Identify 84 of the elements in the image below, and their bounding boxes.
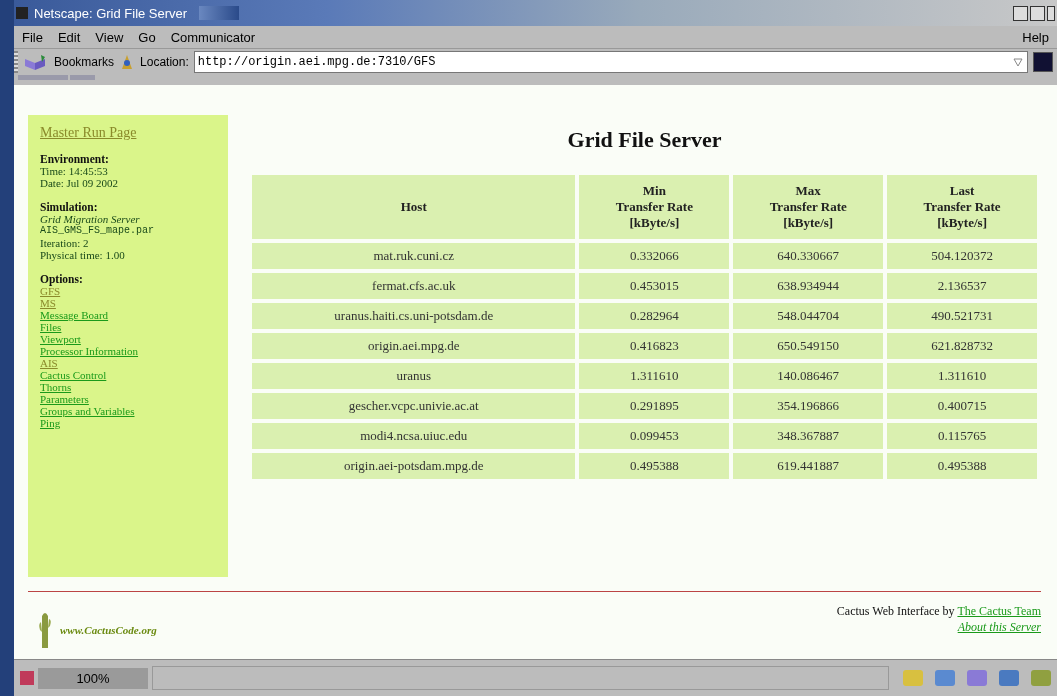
- cactus-icon: [38, 610, 52, 650]
- table-cell: 0.495388: [579, 453, 730, 479]
- maximize-button[interactable]: [1030, 5, 1045, 21]
- option-link[interactable]: Parameters: [40, 393, 216, 405]
- section-heading: Environment:: [40, 153, 110, 165]
- section-heading: Simulation:: [40, 201, 99, 213]
- table-cell: gescher.vcpc.univie.ac.at: [252, 393, 576, 419]
- master-run-page-link[interactable]: Master Run Page: [40, 125, 216, 141]
- table-cell: 619.441887: [733, 453, 884, 479]
- option-link[interactable]: Groups and Variables: [40, 405, 216, 417]
- simulation-name: Grid Migration Server: [40, 213, 140, 225]
- option-link[interactable]: Processor Information: [40, 345, 216, 357]
- table-cell: modi4.ncsa.uiuc.edu: [252, 423, 576, 449]
- table-cell: mat.ruk.cuni.cz: [252, 243, 576, 269]
- table-cell: 1.311610: [579, 363, 730, 389]
- table-cell: 638.934944: [733, 273, 884, 299]
- table-cell: uranus: [252, 363, 576, 389]
- close-button[interactable]: [1047, 5, 1055, 21]
- table-cell: 0.282964: [579, 303, 730, 329]
- info-text: Physical time: 1.00: [40, 249, 126, 261]
- table-cell: 548.044704: [733, 303, 884, 329]
- option-link[interactable]: Ping: [40, 417, 216, 429]
- column-header: Last Transfer Rate [kByte/s]: [887, 175, 1037, 239]
- table-cell: fermat.cfs.ac.uk: [252, 273, 576, 299]
- option-link[interactable]: Message Board: [40, 309, 216, 321]
- about-server-link[interactable]: About this Server: [957, 621, 1041, 633]
- collapse-tab-icon[interactable]: [70, 75, 95, 80]
- window-title: Netscape: Grid File Server: [34, 5, 188, 21]
- option-link[interactable]: MS: [40, 297, 216, 309]
- column-header: Min Transfer Rate [kByte/s]: [579, 175, 730, 239]
- table-cell: uranus.haiti.cs.uni-potsdam.de: [252, 303, 576, 329]
- menu-item[interactable]: Edit: [57, 29, 81, 45]
- table-cell: 354.196866: [733, 393, 884, 419]
- table-cell: 0.495388: [887, 453, 1037, 479]
- table-cell: 0.400715: [887, 393, 1037, 419]
- table-cell: 1.311610: [887, 363, 1037, 389]
- section-heading: Options:: [40, 273, 84, 285]
- menu-item[interactable]: View: [95, 29, 124, 45]
- dropdown-icon[interactable]: [1013, 57, 1023, 67]
- table-cell: 0.416823: [579, 333, 730, 359]
- menu-item[interactable]: Go: [138, 29, 156, 45]
- table-cell: 640.330667: [733, 243, 884, 269]
- location-label: Location:: [140, 55, 189, 69]
- info-text: Iteration: 2: [40, 237, 90, 249]
- help-menu[interactable]: Help: [1022, 29, 1049, 45]
- option-link[interactable]: Viewport: [40, 333, 216, 345]
- cactus-logo[interactable]: www.CactusCode.org: [38, 610, 157, 650]
- table-cell: 490.521731: [887, 303, 1037, 329]
- table-cell: 650.549150: [733, 333, 884, 359]
- column-header: Host: [252, 175, 576, 239]
- table-cell: 140.086467: [733, 363, 884, 389]
- info-text: Time: 14:45:53: [40, 165, 109, 177]
- table-cell: origin.aei-potsdam.mpg.de: [252, 453, 576, 479]
- table-cell: 504.120372: [887, 243, 1037, 269]
- table-cell: 0.453015: [579, 273, 730, 299]
- cactus-team-link[interactable]: The Cactus Team: [957, 604, 1041, 618]
- table-cell: 0.332066: [579, 243, 730, 269]
- toolbar-grip-icon[interactable]: [14, 51, 18, 73]
- option-link[interactable]: Files: [40, 321, 216, 333]
- table-cell: 0.291895: [579, 393, 730, 419]
- table-cell: 348.367887: [733, 423, 884, 449]
- url-field[interactable]: http://origin.aei.mpg.de:7310/GFS: [193, 51, 1028, 73]
- bookmarks-button[interactable]: Bookmarks: [54, 55, 115, 69]
- option-link[interactable]: AIS: [40, 357, 216, 369]
- page-title: Grid File Server: [567, 127, 722, 153]
- table-cell: 0.115765: [887, 423, 1037, 449]
- parameter-file: AIS_GMS_FS_mape.par: [40, 225, 156, 237]
- menu-item[interactable]: File: [22, 29, 43, 45]
- title-decoration-icon: [199, 6, 240, 20]
- table-cell: origin.aei.mpg.de: [252, 333, 576, 359]
- minimize-button[interactable]: [1013, 5, 1028, 21]
- option-link[interactable]: GFS: [40, 285, 216, 297]
- info-text: Date: Jul 09 2002: [40, 177, 119, 189]
- window-menu-icon[interactable]: [16, 7, 28, 19]
- table-cell: 621.828732: [887, 333, 1037, 359]
- table-cell: 2.136537: [887, 273, 1037, 299]
- logo-text: www.CactusCode.org: [60, 624, 157, 636]
- table-cell: 0.099453: [579, 423, 730, 449]
- menu-item[interactable]: Communicator: [170, 29, 256, 45]
- column-header: Max Transfer Rate [kByte/s]: [733, 175, 884, 239]
- zoom-level: 100%: [38, 667, 148, 689]
- option-link[interactable]: Cactus Control: [40, 369, 216, 381]
- credit-text: Cactus Web Interface by: [836, 604, 955, 618]
- option-link[interactable]: Thorns: [40, 381, 216, 393]
